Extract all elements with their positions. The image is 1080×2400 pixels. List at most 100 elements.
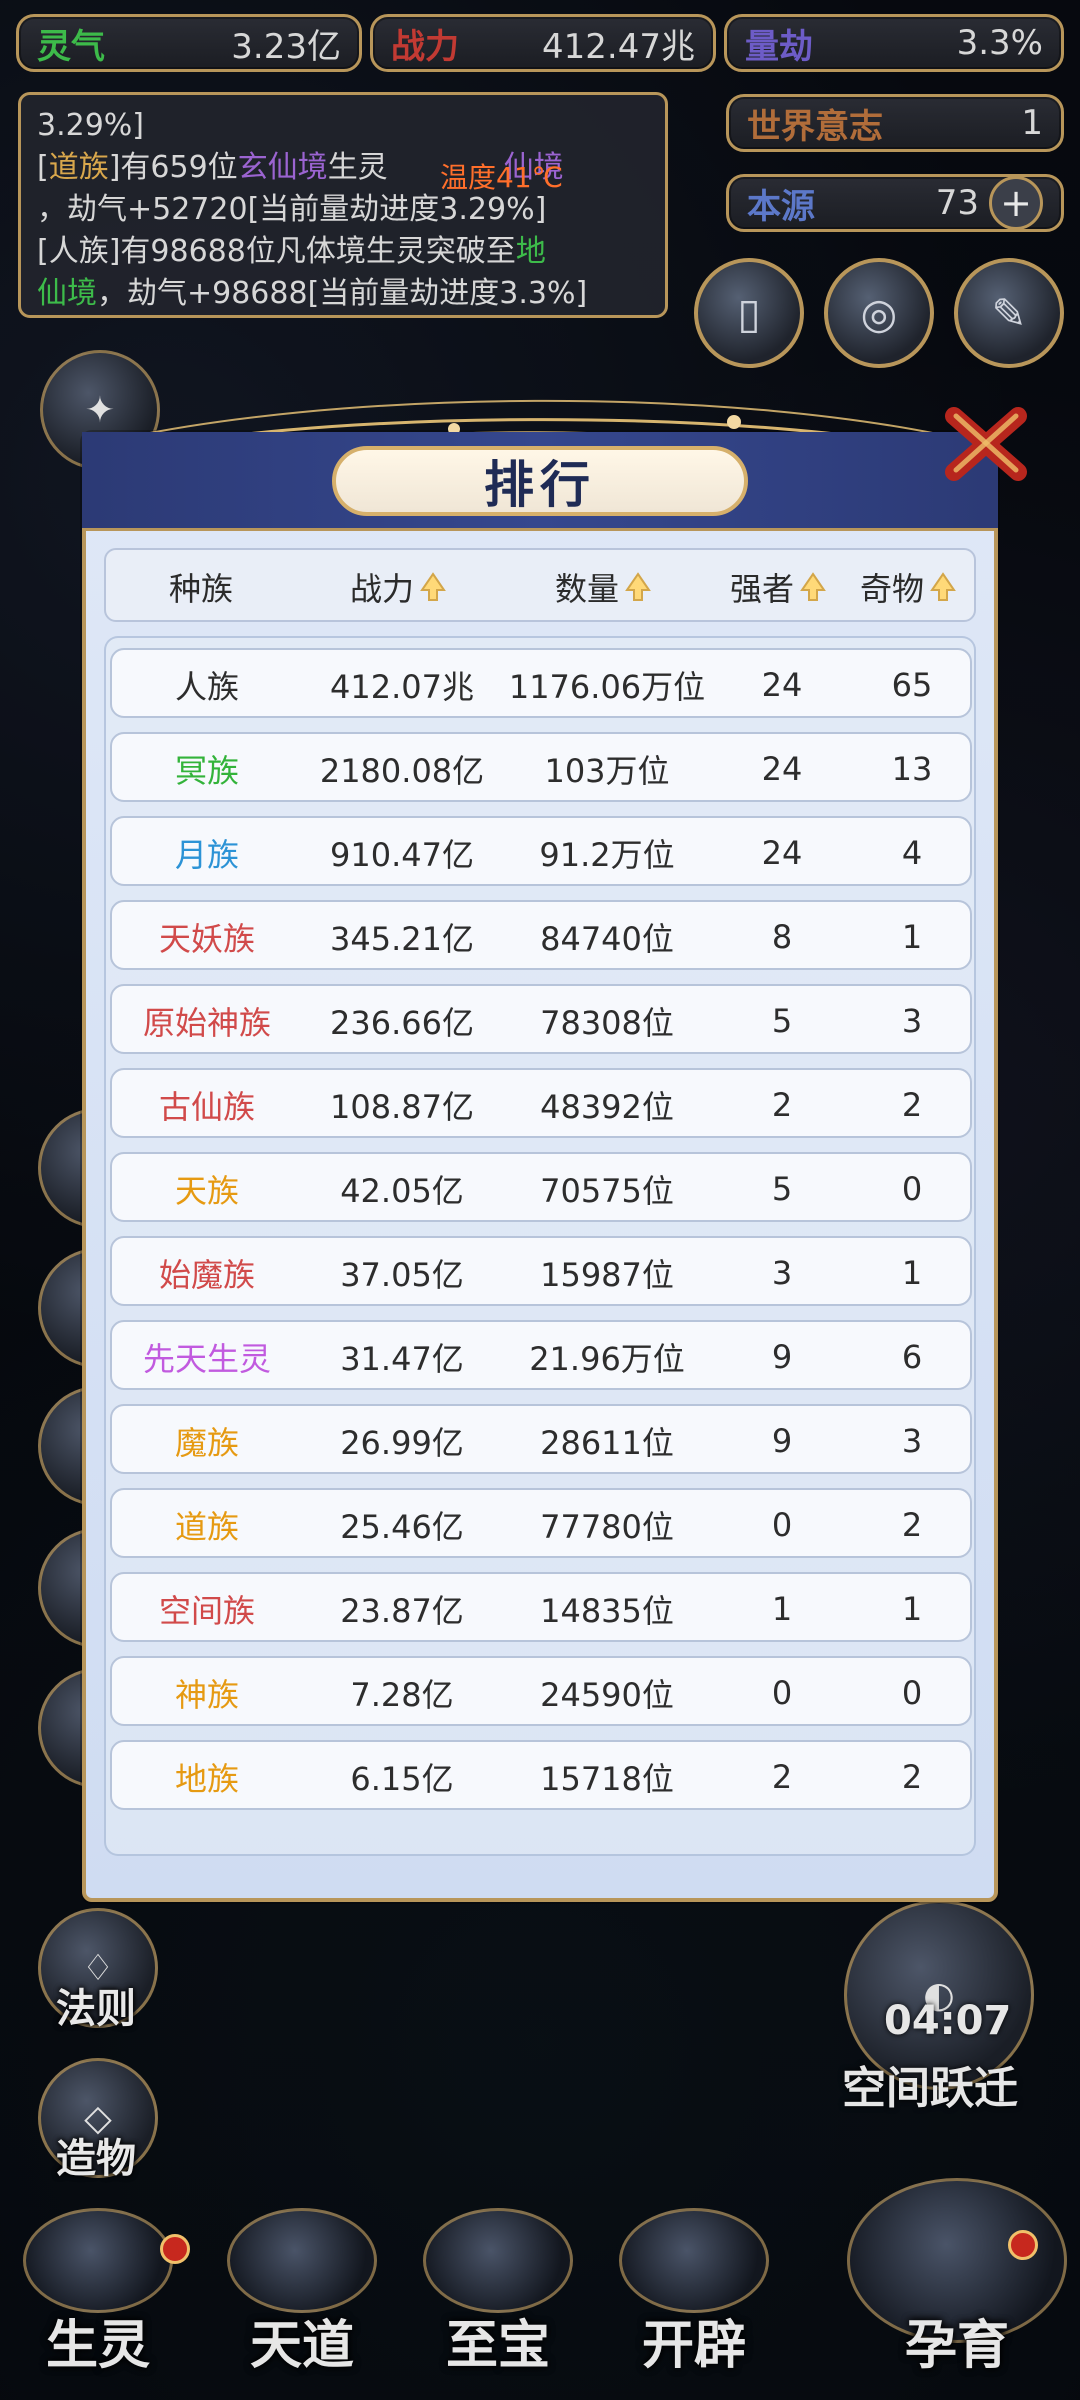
- nav-yun-yu-label: 孕育: [904, 2316, 1009, 2376]
- table-row[interactable]: 古仙族 108.87亿 48392位 2 2: [110, 1068, 972, 1138]
- ranking-modal-header: 排行: [82, 432, 998, 531]
- header-race: 种族: [106, 550, 296, 624]
- nav-yun-yu[interactable]: 孕育: [842, 2178, 1072, 2378]
- table-row[interactable]: 始魔族 37.05亿 15987位 3 1: [110, 1236, 972, 1306]
- log-text: [: [37, 150, 49, 185]
- race-power: 236.66亿: [330, 1004, 474, 1042]
- ranking-title: 排行: [332, 446, 748, 516]
- sort-treasure-button[interactable]: 奇物: [838, 550, 978, 624]
- race-treasure: 3: [901, 1422, 923, 1460]
- sort-count-button[interactable]: 数量: [498, 550, 708, 624]
- race-power: 910.47亿: [330, 836, 474, 874]
- race-power: 31.47亿: [340, 1340, 464, 1378]
- header-count-label: 数量: [554, 570, 619, 608]
- nav-sheng-ling[interactable]: 生灵: [8, 2208, 188, 2378]
- race-strong: 3: [771, 1254, 793, 1292]
- race-name: 月族: [174, 836, 239, 874]
- race-count: 14835位: [540, 1592, 674, 1630]
- stat-lingqi: 灵气 3.23亿: [16, 14, 362, 72]
- race-name: 古仙族: [158, 1088, 255, 1126]
- sort-strong-button[interactable]: 强者: [708, 550, 848, 624]
- stat-lingqi-label: 灵气: [37, 26, 105, 67]
- table-row[interactable]: 天妖族 345.21亿 84740位 8 1: [110, 900, 972, 970]
- race-power: 26.99亿: [340, 1424, 464, 1462]
- race-strong: 1: [771, 1590, 793, 1628]
- brush-icon-button[interactable]: ✎: [954, 258, 1064, 368]
- nav-sheng-ling-label: 生灵: [45, 2316, 150, 2376]
- race-strong: 5: [771, 1170, 793, 1208]
- race-treasure: 1: [901, 1254, 923, 1292]
- ranking-list[interactable]: 人族 412.07兆 1176.06万位 24 65 冥族 2180.08亿 1…: [104, 636, 976, 1856]
- table-row[interactable]: 原始神族 236.66亿 78308位 5 3: [110, 984, 972, 1054]
- fa-ze-label: 法则: [56, 1986, 136, 2032]
- race-name: 神族: [174, 1676, 239, 1714]
- race-power: 42.05亿: [340, 1172, 464, 1210]
- race-power: 37.05亿: [340, 1256, 464, 1294]
- sort-up-arrow-icon: [930, 572, 956, 601]
- stat-liangjie: 量劫 3.3%: [724, 14, 1064, 72]
- table-row[interactable]: 神族 7.28亿 24590位 0 0: [110, 1656, 972, 1726]
- race-name: 原始神族: [142, 1004, 271, 1042]
- race-count: 78308位: [540, 1004, 674, 1042]
- nav-zhi-bao-label: 至宝: [445, 2316, 550, 2376]
- race-count: 84740位: [540, 920, 674, 958]
- race-strong: 2: [771, 1758, 793, 1796]
- race-count: 1176.06万位: [508, 668, 706, 706]
- log-line-5: 仙境，劫气+98688[当前量劫进度3.3%]: [37, 273, 649, 315]
- table-row[interactable]: 道族 25.46亿 77780位 0 2: [110, 1488, 972, 1558]
- yun-yu-notification-dot: [1008, 2230, 1038, 2260]
- race-treasure: 0: [901, 1170, 923, 1208]
- nav-tian-dao-label: 天道: [249, 2316, 354, 2376]
- header-power-label: 战力: [349, 570, 414, 608]
- race-strong: 5: [771, 1002, 793, 1040]
- race-treasure: 0: [901, 1674, 923, 1712]
- log-text: ]有659位: [108, 150, 238, 185]
- race-strong: 24: [761, 750, 803, 788]
- stat-lingqi-value: 3.23亿: [231, 26, 341, 67]
- table-row[interactable]: 魔族 26.99亿 28611位 9 3: [110, 1404, 972, 1474]
- table-row[interactable]: 月族 910.47亿 91.2万位 24 4: [110, 816, 972, 886]
- race-treasure: 6: [901, 1338, 923, 1376]
- nav-tian-dao[interactable]: 天道: [212, 2208, 392, 2378]
- kai-pi-icon: [619, 2208, 769, 2313]
- zao-wu-label: 造物: [56, 2136, 136, 2182]
- nav-kai-pi[interactable]: 开辟: [604, 2208, 784, 2378]
- race-power: 25.46亿: [340, 1508, 464, 1546]
- race-name: 道族: [174, 1508, 239, 1546]
- sort-power-button[interactable]: 战力: [298, 550, 498, 624]
- stat-benyuan-label: 本源: [747, 186, 815, 227]
- race-count: 91.2万位: [539, 836, 675, 874]
- race-treasure: 2: [901, 1758, 923, 1796]
- nav-zhi-bao[interactable]: 至宝: [408, 2208, 588, 2378]
- swirl-icon-button[interactable]: ◎: [824, 258, 934, 368]
- race-strong: 9: [771, 1338, 793, 1376]
- card-icon-button[interactable]: ▯: [694, 258, 804, 368]
- race-treasure: 1: [901, 1590, 923, 1628]
- table-row[interactable]: 冥族 2180.08亿 103万位 24 13: [110, 732, 972, 802]
- space-jump-timer: 04:07: [884, 1998, 1012, 2044]
- close-icon[interactable]: [940, 398, 1032, 490]
- race-power: 412.07兆: [330, 668, 474, 706]
- log-line-4: [人族]有98688位凡体境生灵突破至地: [37, 231, 649, 273]
- stat-world-will: 世界意志 1: [726, 94, 1064, 152]
- stat-zhanli: 战力 412.47兆: [370, 14, 716, 72]
- race-strong: 2: [771, 1086, 793, 1124]
- race-count: 21.96万位: [529, 1340, 685, 1378]
- race-name: 先天生灵: [142, 1340, 271, 1378]
- table-row[interactable]: 地族 6.15亿 15718位 2 2: [110, 1740, 972, 1810]
- race-treasure: 3: [901, 1002, 923, 1040]
- table-row[interactable]: 人族 412.07兆 1176.06万位 24 65: [110, 648, 972, 718]
- table-row[interactable]: 天族 42.05亿 70575位 5 0: [110, 1152, 972, 1222]
- race-power: 2180.08亿: [319, 752, 485, 790]
- race-count: 15718位: [540, 1760, 674, 1798]
- race-count: 24590位: [540, 1676, 674, 1714]
- race-power: 6.15亿: [350, 1760, 454, 1798]
- stat-world-will-value: 1: [1021, 103, 1043, 143]
- race-name: 地族: [174, 1760, 239, 1798]
- race-strong: 0: [771, 1506, 793, 1544]
- race-count: 48392位: [540, 1088, 674, 1126]
- table-row[interactable]: 空间族 23.87亿 14835位 1 1: [110, 1572, 972, 1642]
- log-text: 生灵: [327, 150, 388, 185]
- add-benyuan-button[interactable]: +: [989, 176, 1043, 230]
- table-row[interactable]: 先天生灵 31.47亿 21.96万位 9 6: [110, 1320, 972, 1390]
